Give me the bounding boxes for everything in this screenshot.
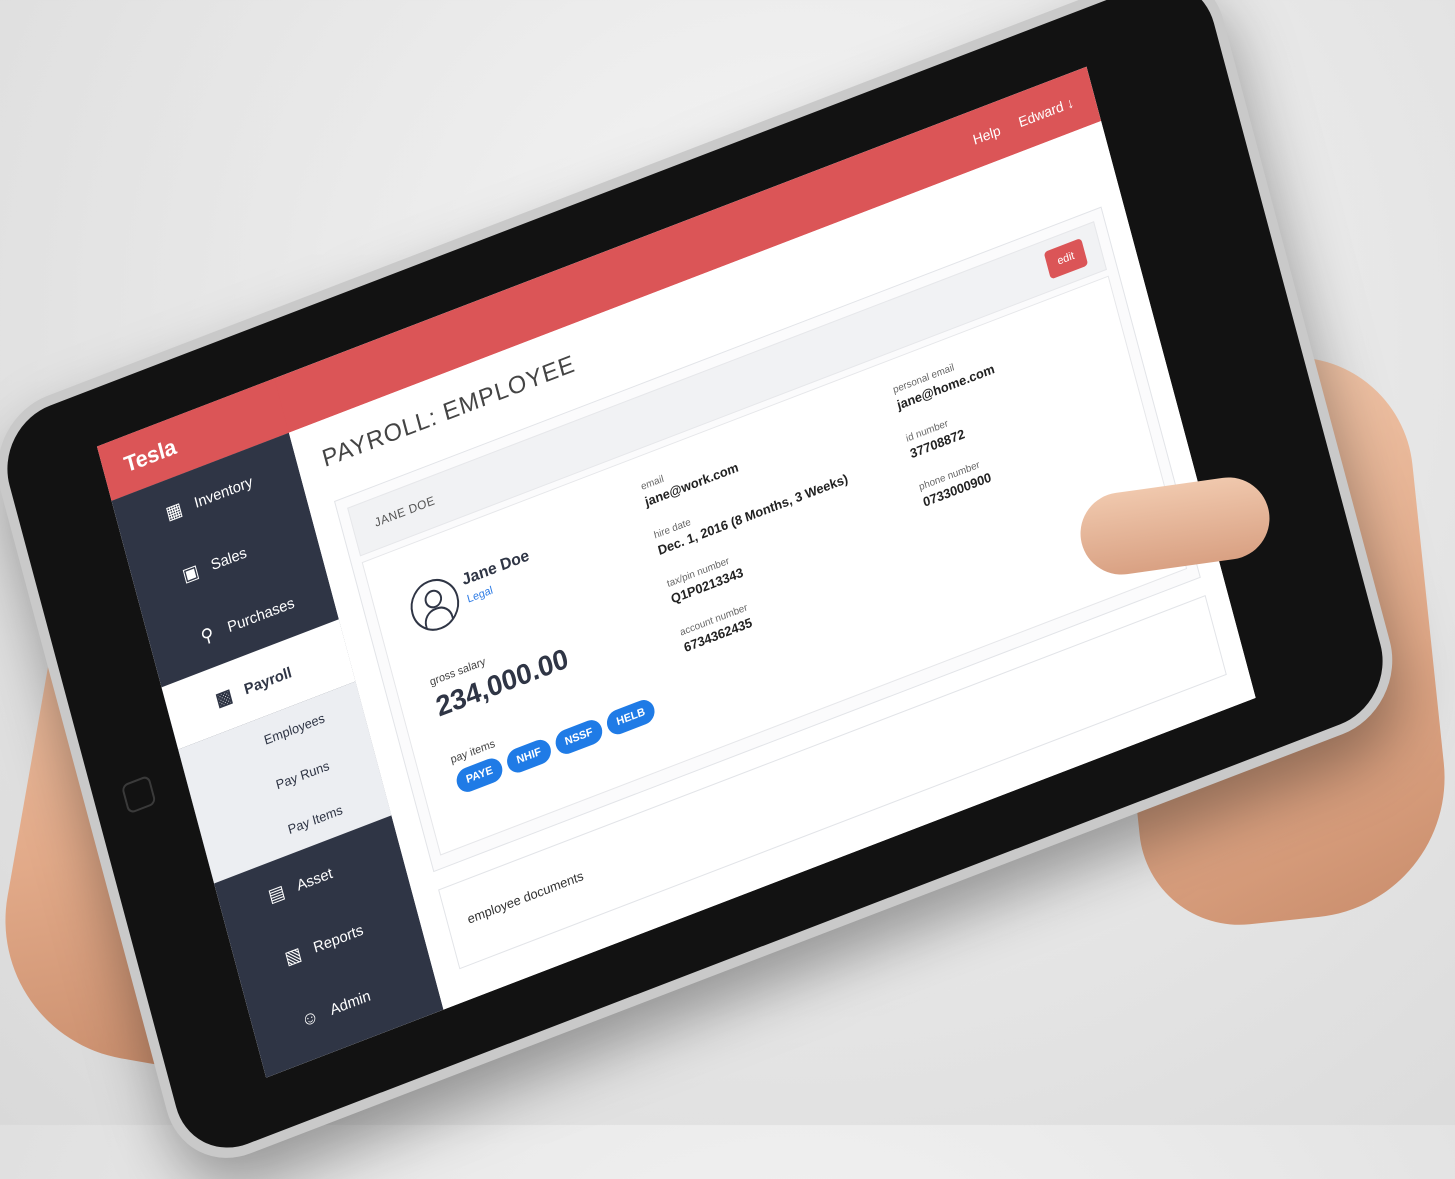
employee-name: Jane Doe	[460, 547, 532, 590]
pay-item-chip-nssf[interactable]: NSSF	[552, 716, 606, 758]
tablet-device: Tesla Help Edward ↓ ▦ Inventory ▣ Sales	[0, 0, 1408, 1179]
sidebar-item-label: Sales	[208, 543, 249, 574]
sidebar-item-label: Asset	[294, 864, 335, 895]
employee-documents-title: employee documents	[465, 867, 586, 927]
gross-salary-value: 234,000.00	[432, 642, 572, 723]
sidebar-item-label: Purchases	[225, 593, 297, 636]
phone-number-field: phone number 0733000900	[918, 457, 993, 510]
edit-button[interactable]: edit	[1043, 237, 1089, 280]
cart-icon: ⚲	[198, 622, 216, 648]
user-menu[interactable]: Edward ↓	[1017, 94, 1076, 130]
account-number-field: account number 6734362435	[679, 602, 754, 655]
home-button[interactable]	[120, 774, 157, 815]
id-card-icon: ▩	[213, 684, 235, 710]
avatar-icon	[405, 571, 465, 639]
panel-employee-name: JANE DOE	[373, 493, 437, 530]
store-icon: ▦	[163, 497, 185, 524]
sidebar-item-label: Reports	[311, 920, 365, 957]
tax-pin-field: tax/pin number Q1P0213343	[666, 552, 745, 607]
building-icon: ▤	[265, 880, 287, 907]
help-link[interactable]: Help	[971, 122, 1002, 148]
sidebar-item-label: Payroll	[242, 663, 294, 698]
chevron-down-icon: ↓	[1064, 93, 1076, 112]
pay-item-chip-helb[interactable]: HELB	[604, 696, 658, 738]
pay-item-chip-nhif[interactable]: NHIF	[504, 736, 554, 777]
personal-email-field: personal email jane@home.com	[892, 348, 996, 413]
id-number-field: id number 37708872	[905, 413, 966, 461]
receipt-icon: ▣	[179, 560, 202, 586]
photo-scene: Tesla Help Edward ↓ ▦ Inventory ▣ Sales	[0, 0, 1455, 1179]
email-field: email jane@work.com	[640, 447, 740, 509]
user-name: Edward	[1016, 97, 1066, 131]
user-icon: ☺	[298, 1004, 321, 1031]
sidebar-item-label: Inventory	[192, 472, 255, 512]
sidebar-item-label: Admin	[328, 986, 373, 1019]
app-screen: Tesla Help Edward ↓ ▦ Inventory ▣ Sales	[96, 66, 1256, 1078]
document-icon: ▧	[282, 942, 304, 969]
